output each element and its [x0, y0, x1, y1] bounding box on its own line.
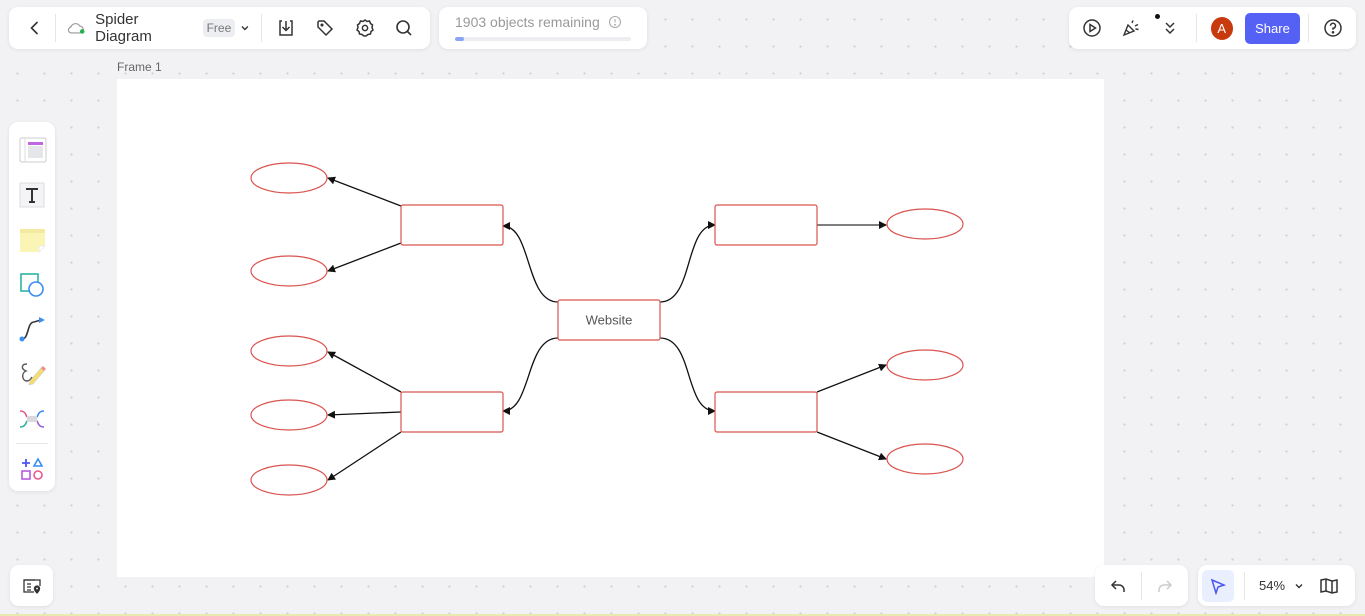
- text-tool[interactable]: [12, 173, 52, 218]
- branch-node-left-bottom[interactable]: [400, 391, 504, 433]
- settings-button[interactable]: [345, 8, 385, 48]
- celebrate-button[interactable]: [1112, 8, 1151, 48]
- document-title: Spider Diagram: [95, 11, 152, 45]
- present-button[interactable]: [1073, 8, 1112, 48]
- pen-icon: [21, 363, 46, 386]
- top-left-toolbar: Spider Diagram Free: [9, 7, 430, 49]
- template-tool[interactable]: [12, 128, 52, 173]
- undo-icon: [1111, 579, 1126, 592]
- document-title-menu[interactable]: Spider Diagram Free: [55, 8, 261, 48]
- top-right-toolbar: A Share: [1069, 7, 1356, 49]
- zoom-level: 54%: [1259, 578, 1286, 593]
- cloud-synced-icon: [68, 23, 85, 34]
- redo-icon: [1157, 579, 1172, 592]
- redo-button[interactable]: [1145, 566, 1185, 606]
- share-button[interactable]: Share: [1244, 12, 1301, 44]
- help-icon: [1323, 19, 1342, 37]
- chevron-down-icon: [241, 26, 249, 31]
- plan-badge: Free: [202, 19, 236, 37]
- divider: [1195, 14, 1197, 42]
- select-tool-button[interactable]: [1202, 569, 1234, 602]
- map-icon: [1320, 577, 1338, 594]
- text-icon: [19, 182, 45, 208]
- objects-remaining-text: 1903 objects remaining: [455, 14, 600, 30]
- minimap-button[interactable]: [10, 565, 53, 606]
- objects-progress-bar: [455, 37, 631, 41]
- frame-label[interactable]: Frame 1: [117, 60, 162, 74]
- history-controls: [1095, 565, 1188, 606]
- leaf-node[interactable]: [886, 349, 964, 381]
- center-node[interactable]: [557, 299, 661, 341]
- shape-tool[interactable]: [12, 262, 52, 307]
- info-icon[interactable]: [608, 15, 622, 29]
- leaf-node[interactable]: [886, 443, 964, 475]
- template-icon: [19, 137, 47, 163]
- gear-icon: [355, 19, 374, 37]
- pen-tool[interactable]: [12, 352, 52, 397]
- divider: [16, 443, 48, 445]
- divider: [1244, 571, 1245, 600]
- left-toolbar: [9, 122, 55, 491]
- divider: [1140, 571, 1142, 600]
- present-icon: [1083, 19, 1102, 37]
- connector-tool[interactable]: [12, 307, 52, 352]
- branch-node-right-bottom[interactable]: [714, 391, 818, 433]
- objects-remaining-panel: 1903 objects remaining: [439, 7, 647, 49]
- sticky-note-icon: [20, 228, 47, 254]
- mindmap-icon: [19, 410, 45, 428]
- leaf-node[interactable]: [250, 335, 328, 367]
- minimap-icon: [22, 578, 41, 594]
- leaf-node[interactable]: [250, 464, 328, 496]
- view-controls: 54%: [1198, 565, 1355, 606]
- shape-icon: [20, 272, 44, 297]
- leaf-node[interactable]: [886, 208, 964, 240]
- map-button[interactable]: [1309, 566, 1349, 606]
- divider: [261, 14, 263, 42]
- tag-icon: [317, 20, 334, 37]
- branch-node-left-top[interactable]: [400, 204, 504, 246]
- download-icon: [279, 20, 293, 36]
- more-shapes-tool[interactable]: [12, 446, 52, 491]
- search-icon: [396, 20, 412, 36]
- sticky-note-tool[interactable]: [12, 218, 52, 263]
- mindmap-tool[interactable]: [12, 397, 52, 442]
- avatar[interactable]: A: [1210, 16, 1233, 40]
- leaf-node[interactable]: [250, 162, 328, 194]
- tag-button[interactable]: [306, 8, 346, 48]
- celebrate-icon: [1123, 20, 1139, 37]
- divider: [1308, 14, 1310, 42]
- chevron-down-icon: [1295, 583, 1303, 588]
- notification-dot: [1155, 14, 1160, 19]
- leaf-node[interactable]: [250, 255, 328, 287]
- leaf-node[interactable]: [250, 399, 328, 431]
- chevron-left-icon: [30, 21, 38, 35]
- back-button[interactable]: [15, 8, 55, 48]
- connector-icon: [19, 317, 45, 342]
- select-pointer-icon: [1210, 578, 1227, 595]
- more-shapes-icon: [21, 456, 44, 480]
- search-button[interactable]: [385, 8, 425, 48]
- branch-node-right-top[interactable]: [714, 204, 818, 246]
- help-button[interactable]: [1313, 8, 1352, 48]
- zoom-level-dropdown[interactable]: 54%: [1259, 578, 1305, 593]
- download-button[interactable]: [266, 8, 306, 48]
- objects-progress-fill: [455, 37, 464, 41]
- undo-button[interactable]: [1098, 566, 1138, 606]
- expand-more-icon: [1165, 22, 1175, 35]
